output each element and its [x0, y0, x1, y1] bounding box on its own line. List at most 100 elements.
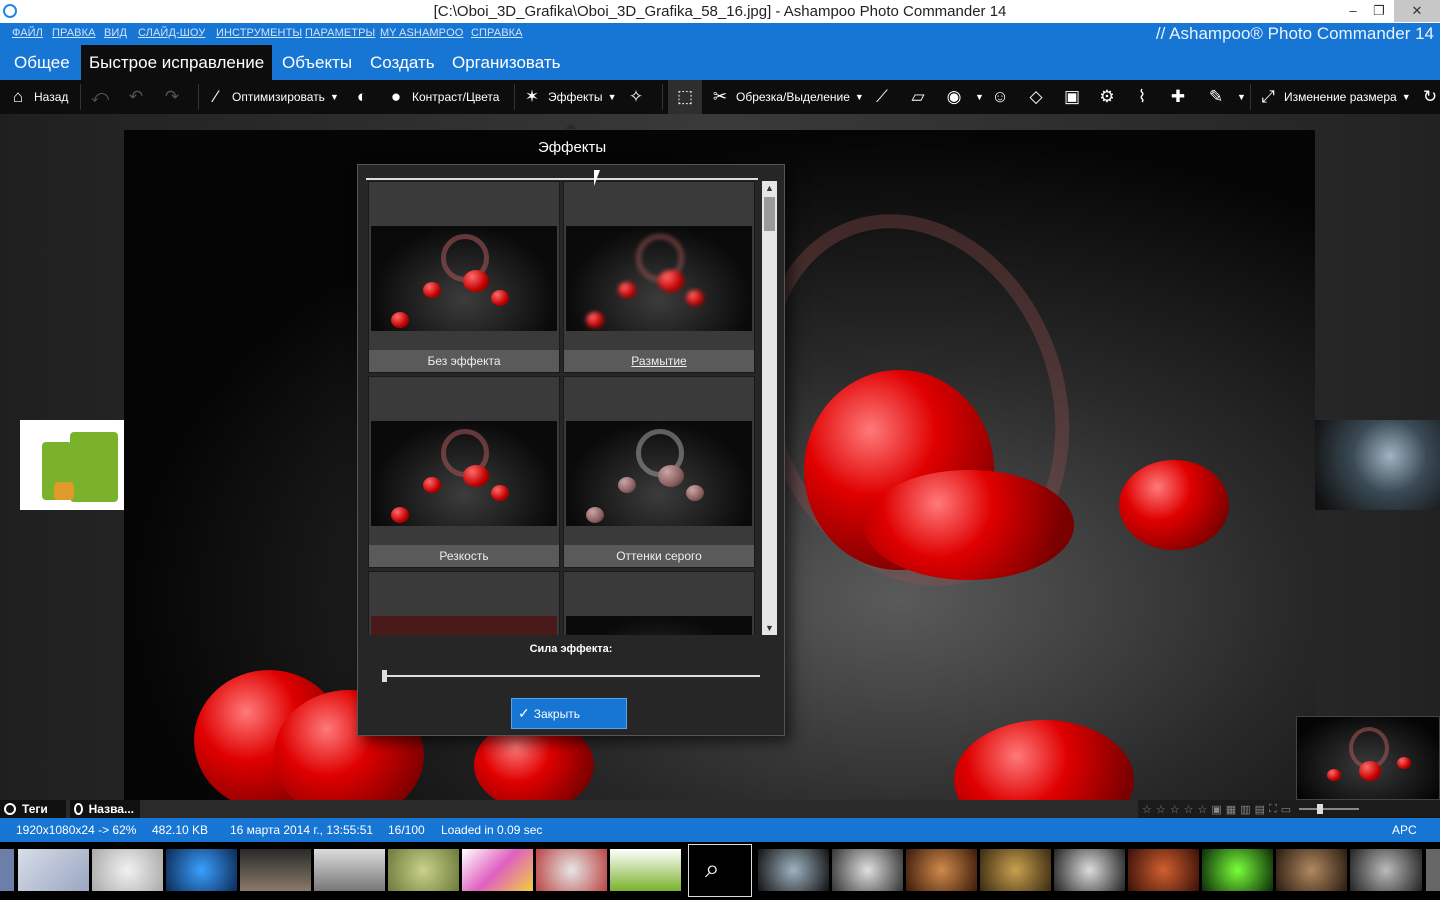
heart-shape — [491, 290, 509, 306]
film-thumb[interactable] — [0, 849, 14, 891]
film-thumb[interactable] — [240, 849, 311, 891]
grid-view-icon[interactable]: ▦ — [1226, 803, 1236, 816]
star-icon[interactable]: ☆ — [1142, 803, 1152, 816]
straighten-icon: ⟋ — [876, 87, 888, 106]
undo-button[interactable]: ↶ — [126, 80, 152, 114]
film-thumb[interactable] — [1350, 849, 1422, 891]
menu-help[interactable]: СПРАВКА — [471, 27, 523, 39]
film-thumb[interactable] — [388, 849, 459, 891]
drip-button[interactable]: ▣ — [1062, 80, 1088, 114]
main-tabs: Общее Быстрое исправление Объекты Создат… — [0, 45, 1440, 80]
rotate-button[interactable]: ↻ — [1420, 80, 1440, 114]
star-icon[interactable]: ☆ — [1170, 803, 1180, 816]
effect-tile-partial[interactable] — [368, 571, 560, 635]
image-view-icon[interactable]: ▣ — [1211, 803, 1221, 816]
portrait-button[interactable]: ☺ — [990, 80, 1016, 114]
toolbar-divider — [662, 84, 663, 110]
navigator-preview[interactable] — [1296, 716, 1440, 800]
menu-tools[interactable]: ИНСТРУМЕНТЫ — [216, 27, 302, 39]
menu-view[interactable]: ВИД — [104, 27, 127, 39]
star-icon[interactable]: ☆ — [1184, 803, 1194, 816]
noise-button[interactable]: ⚙ — [1097, 80, 1123, 114]
scrollbar-thumb[interactable] — [764, 197, 775, 231]
optimize-button[interactable]: ⁄ Оптимизировать ▼ — [206, 80, 339, 114]
undo-all-button[interactable]: ⤺ — [90, 80, 116, 114]
gear-icon: ⚙ — [1099, 87, 1115, 106]
monitor-icon[interactable]: ▭ — [1281, 803, 1291, 816]
menu-my-ashampoo[interactable]: MY ASHAMPOO — [380, 27, 463, 39]
zoom-slider[interactable] — [1299, 804, 1360, 814]
close-label: Закрыть — [533, 706, 580, 721]
film-thumb[interactable] — [92, 849, 163, 891]
details-view-icon[interactable]: ▤ — [1255, 803, 1265, 816]
rating-view-controls: ☆ ☆ ☆ ☆ ☆ ▣ ▦ ▥ ▤ ⛶ ▭ — [1138, 800, 1440, 818]
eraser-button[interactable]: ◇ — [1026, 80, 1052, 114]
tab-organize[interactable]: Организовать — [444, 45, 568, 80]
fullscreen-icon[interactable]: ⛶ — [1269, 803, 1277, 816]
star-icon[interactable]: ☆ — [1198, 803, 1208, 816]
heart-shape — [1359, 761, 1381, 781]
compare-view-icon[interactable]: ▥ — [1240, 803, 1250, 816]
menu-settings[interactable]: ПАРАМЕТРЫ — [305, 27, 375, 39]
heal-button[interactable]: ✚ — [1168, 80, 1194, 114]
straighten-button[interactable]: ⟋ — [872, 80, 898, 114]
menu-file[interactable]: ФАЙЛ — [12, 27, 43, 39]
effect-tile-partial[interactable] — [563, 571, 755, 635]
perspective-button[interactable]: ▱ — [908, 80, 934, 114]
effects-button[interactable]: ✶ Эффекты ▼ — [522, 80, 617, 114]
back-button[interactable]: ⌂ Назад — [8, 80, 69, 114]
name-tab[interactable]: Назва... — [70, 800, 140, 818]
tags-tab[interactable]: Теги — [0, 800, 66, 818]
film-thumb-selected[interactable]: ⌕ — [688, 844, 752, 897]
close-window-button[interactable]: ✕ — [1394, 0, 1440, 22]
auto-effects-button[interactable]: ✧ — [626, 80, 652, 114]
menu-slideshow[interactable]: СЛАЙД-ШОУ — [138, 27, 205, 39]
film-thumb[interactable] — [758, 849, 829, 891]
crop-selection-button[interactable]: ✂ Обрезка/Выделение ▼ — [710, 80, 864, 114]
film-thumb[interactable] — [462, 849, 533, 891]
film-thumb[interactable] — [610, 849, 681, 891]
film-thumb[interactable] — [314, 849, 385, 891]
brightness-button[interactable]: ◐ — [352, 80, 378, 114]
scroll-down-icon[interactable]: ▼ — [762, 621, 777, 635]
select-tool-button[interactable]: ⬚ — [668, 80, 702, 114]
next-image-thumb[interactable] — [1315, 420, 1440, 510]
resize-button[interactable]: ⤢ Изменение размера ▼ — [1258, 80, 1410, 114]
red-eye-button[interactable]: ◉ ▼ — [944, 80, 984, 114]
film-thumb[interactable] — [906, 849, 977, 891]
tab-quick-fix[interactable]: Быстрое исправление — [81, 45, 273, 80]
star-icon[interactable]: ☆ — [1156, 803, 1166, 816]
film-thumb[interactable] — [832, 849, 903, 891]
paint-button[interactable]: ✎ ▼ — [1206, 80, 1246, 114]
slider-handle[interactable] — [1317, 804, 1324, 814]
tab-general[interactable]: Общее — [6, 45, 78, 80]
status-layout[interactable]: APC — [1392, 823, 1417, 837]
film-thumb[interactable] — [166, 849, 237, 891]
film-thumb[interactable] — [536, 849, 607, 891]
menu-edit[interactable]: ПРАВКА — [52, 27, 96, 39]
heart-shape — [586, 507, 604, 523]
redo-button[interactable]: ↷ — [162, 80, 188, 114]
tab-objects[interactable]: Объекты — [274, 45, 360, 80]
effect-tile-none[interactable]: Без эффекта — [368, 181, 560, 373]
film-thumb[interactable] — [18, 849, 89, 891]
film-thumb[interactable] — [980, 849, 1051, 891]
close-dialog-button[interactable]: ✓ Закрыть — [511, 698, 627, 729]
effect-tile-grayscale[interactable]: Оттенки серого — [563, 376, 755, 568]
previous-image-thumb[interactable] — [20, 420, 124, 510]
film-thumb[interactable] — [1276, 849, 1347, 891]
effects-scrollbar[interactable]: ▲ ▼ — [762, 181, 777, 635]
effect-strength-slider[interactable] — [382, 670, 760, 682]
tab-create[interactable]: Создать — [362, 45, 443, 80]
restore-button[interactable]: ❐ — [1364, 0, 1394, 22]
clone-button[interactable]: ⌇ — [1132, 80, 1158, 114]
effect-tile-blur[interactable]: Размытие — [563, 181, 755, 373]
contrast-colors-button[interactable]: ● Контраст/Цвета — [386, 80, 500, 114]
effect-tile-sharpen[interactable]: Резкость — [368, 376, 560, 568]
film-thumb[interactable] — [1202, 849, 1273, 891]
slider-handle[interactable] — [382, 670, 387, 682]
film-thumb[interactable] — [1426, 849, 1440, 891]
scroll-up-icon[interactable]: ▲ — [762, 181, 777, 195]
film-thumb[interactable] — [1054, 849, 1125, 891]
film-thumb[interactable] — [1128, 849, 1199, 891]
